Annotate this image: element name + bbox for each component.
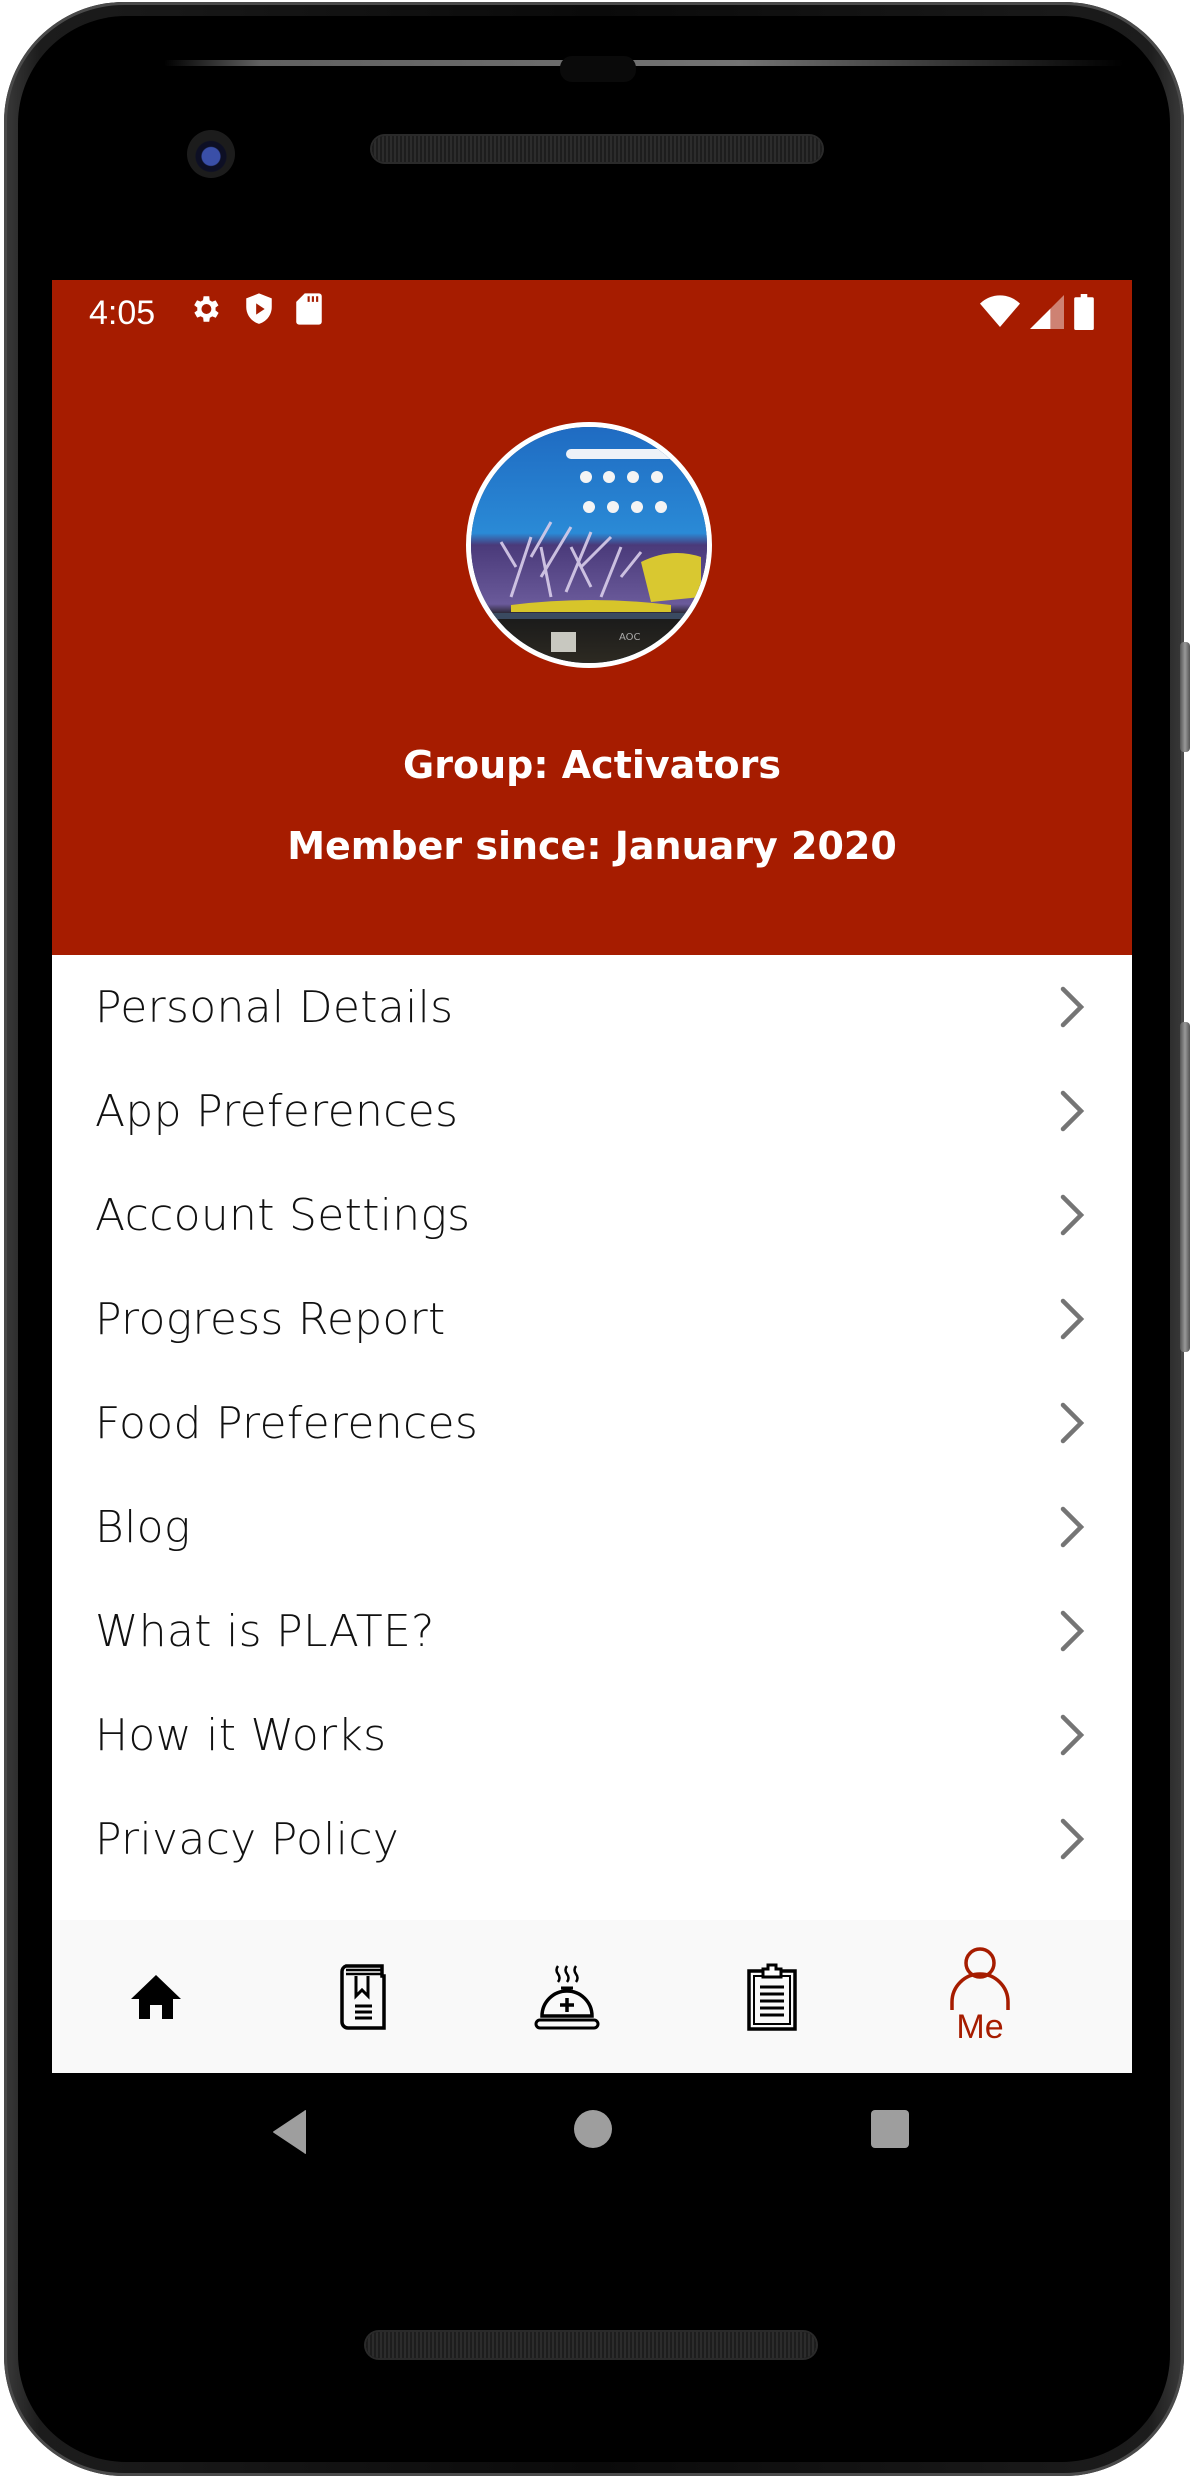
menu-item-how-it-works[interactable]: How it Works — [52, 1683, 1132, 1787]
home-icon — [131, 1974, 181, 2019]
recents-icon[interactable] — [870, 2109, 910, 2149]
menu-item-label: How it Works — [95, 1709, 387, 1761]
nav-item-recipes[interactable] — [288, 1920, 438, 2073]
nav-label-me: Me — [956, 2008, 1004, 2046]
menu-item-personal-details[interactable]: Personal Details — [52, 955, 1132, 1059]
menu-item-label: Account Settings — [95, 1189, 471, 1241]
sd-card-icon — [296, 293, 322, 325]
menu-item-blog[interactable]: Blog — [52, 1475, 1132, 1579]
profile-menu: Personal Details App Preferences Account… — [52, 955, 1132, 1891]
svg-text:AOC: AOC — [619, 632, 641, 643]
back-icon[interactable] — [270, 2109, 310, 2155]
status-icons-left — [188, 292, 322, 326]
nav-item-me[interactable]: Me — [905, 1920, 1055, 2073]
bottom-speaker — [366, 2332, 816, 2358]
avatar[interactable]: AOC — [466, 422, 712, 668]
menu-item-label: Personal Details — [95, 981, 454, 1033]
bezel-glare — [164, 60, 1124, 66]
chevron-right-icon — [1060, 1714, 1085, 1756]
chevron-right-icon — [1060, 1090, 1085, 1132]
cellular-signal-icon — [1030, 295, 1064, 329]
avatar-photo: AOC — [471, 427, 707, 663]
profile-header: 4:05 AOC Group: Activators Member since:… — [52, 280, 1132, 955]
chevron-right-icon — [1060, 1818, 1085, 1860]
menu-item-label: Blog — [95, 1501, 191, 1553]
status-time: 4:05 — [89, 294, 156, 332]
menu-item-label: Privacy Policy — [95, 1813, 400, 1865]
front-camera — [187, 130, 235, 178]
proximity-sensor — [560, 56, 636, 82]
power-button — [1180, 642, 1190, 752]
nav-item-meals[interactable] — [492, 1920, 642, 2073]
volume-button — [1180, 1022, 1190, 1352]
member-since: Member since: January 2020 — [287, 824, 897, 868]
menu-item-food-preferences[interactable]: Food Preferences — [52, 1371, 1132, 1475]
chevron-right-icon — [1060, 1506, 1085, 1548]
status-icons-right — [980, 294, 1094, 330]
recipe-book-icon — [340, 1963, 386, 2030]
menu-item-label: Progress Report — [95, 1293, 446, 1345]
chevron-right-icon — [1060, 1610, 1085, 1652]
menu-item-label: What is PLATE? — [95, 1605, 435, 1657]
chevron-right-icon — [1060, 1194, 1085, 1236]
menu-item-label: App Preferences — [95, 1085, 459, 1137]
meal-cloche-icon — [534, 1964, 600, 2029]
home-circle-icon[interactable] — [573, 2109, 613, 2149]
menu-item-privacy-policy[interactable]: Privacy Policy — [52, 1787, 1132, 1891]
app-screen: 4:05 AOC Group: Activators Member since:… — [52, 280, 1132, 2073]
nav-item-log[interactable] — [697, 1920, 847, 2073]
chevron-right-icon — [1060, 1298, 1085, 1340]
menu-item-account-settings[interactable]: Account Settings — [52, 1163, 1132, 1267]
chevron-right-icon — [1060, 986, 1085, 1028]
group-name: Group: Activators — [403, 743, 781, 787]
wifi-icon — [980, 295, 1020, 327]
shield-play-icon — [246, 293, 272, 324]
bottom-navigation: Me — [52, 1920, 1132, 2073]
menu-item-app-preferences[interactable]: App Preferences — [52, 1059, 1132, 1163]
menu-item-what-is-plate[interactable]: What is PLATE? — [52, 1579, 1132, 1683]
nav-item-home[interactable] — [81, 1920, 231, 2073]
menu-item-label: Food Preferences — [95, 1397, 479, 1449]
battery-icon — [1074, 294, 1094, 330]
clipboard-icon — [747, 1963, 797, 2031]
gear-icon — [194, 296, 219, 322]
chevron-right-icon — [1060, 1402, 1085, 1444]
menu-item-progress-report[interactable]: Progress Report — [52, 1267, 1132, 1371]
status-bar: 4:05 — [52, 280, 1132, 344]
earpiece-speaker — [372, 136, 822, 162]
person-icon — [950, 1947, 1010, 2010]
system-navigation-bar — [52, 2073, 1132, 2203]
